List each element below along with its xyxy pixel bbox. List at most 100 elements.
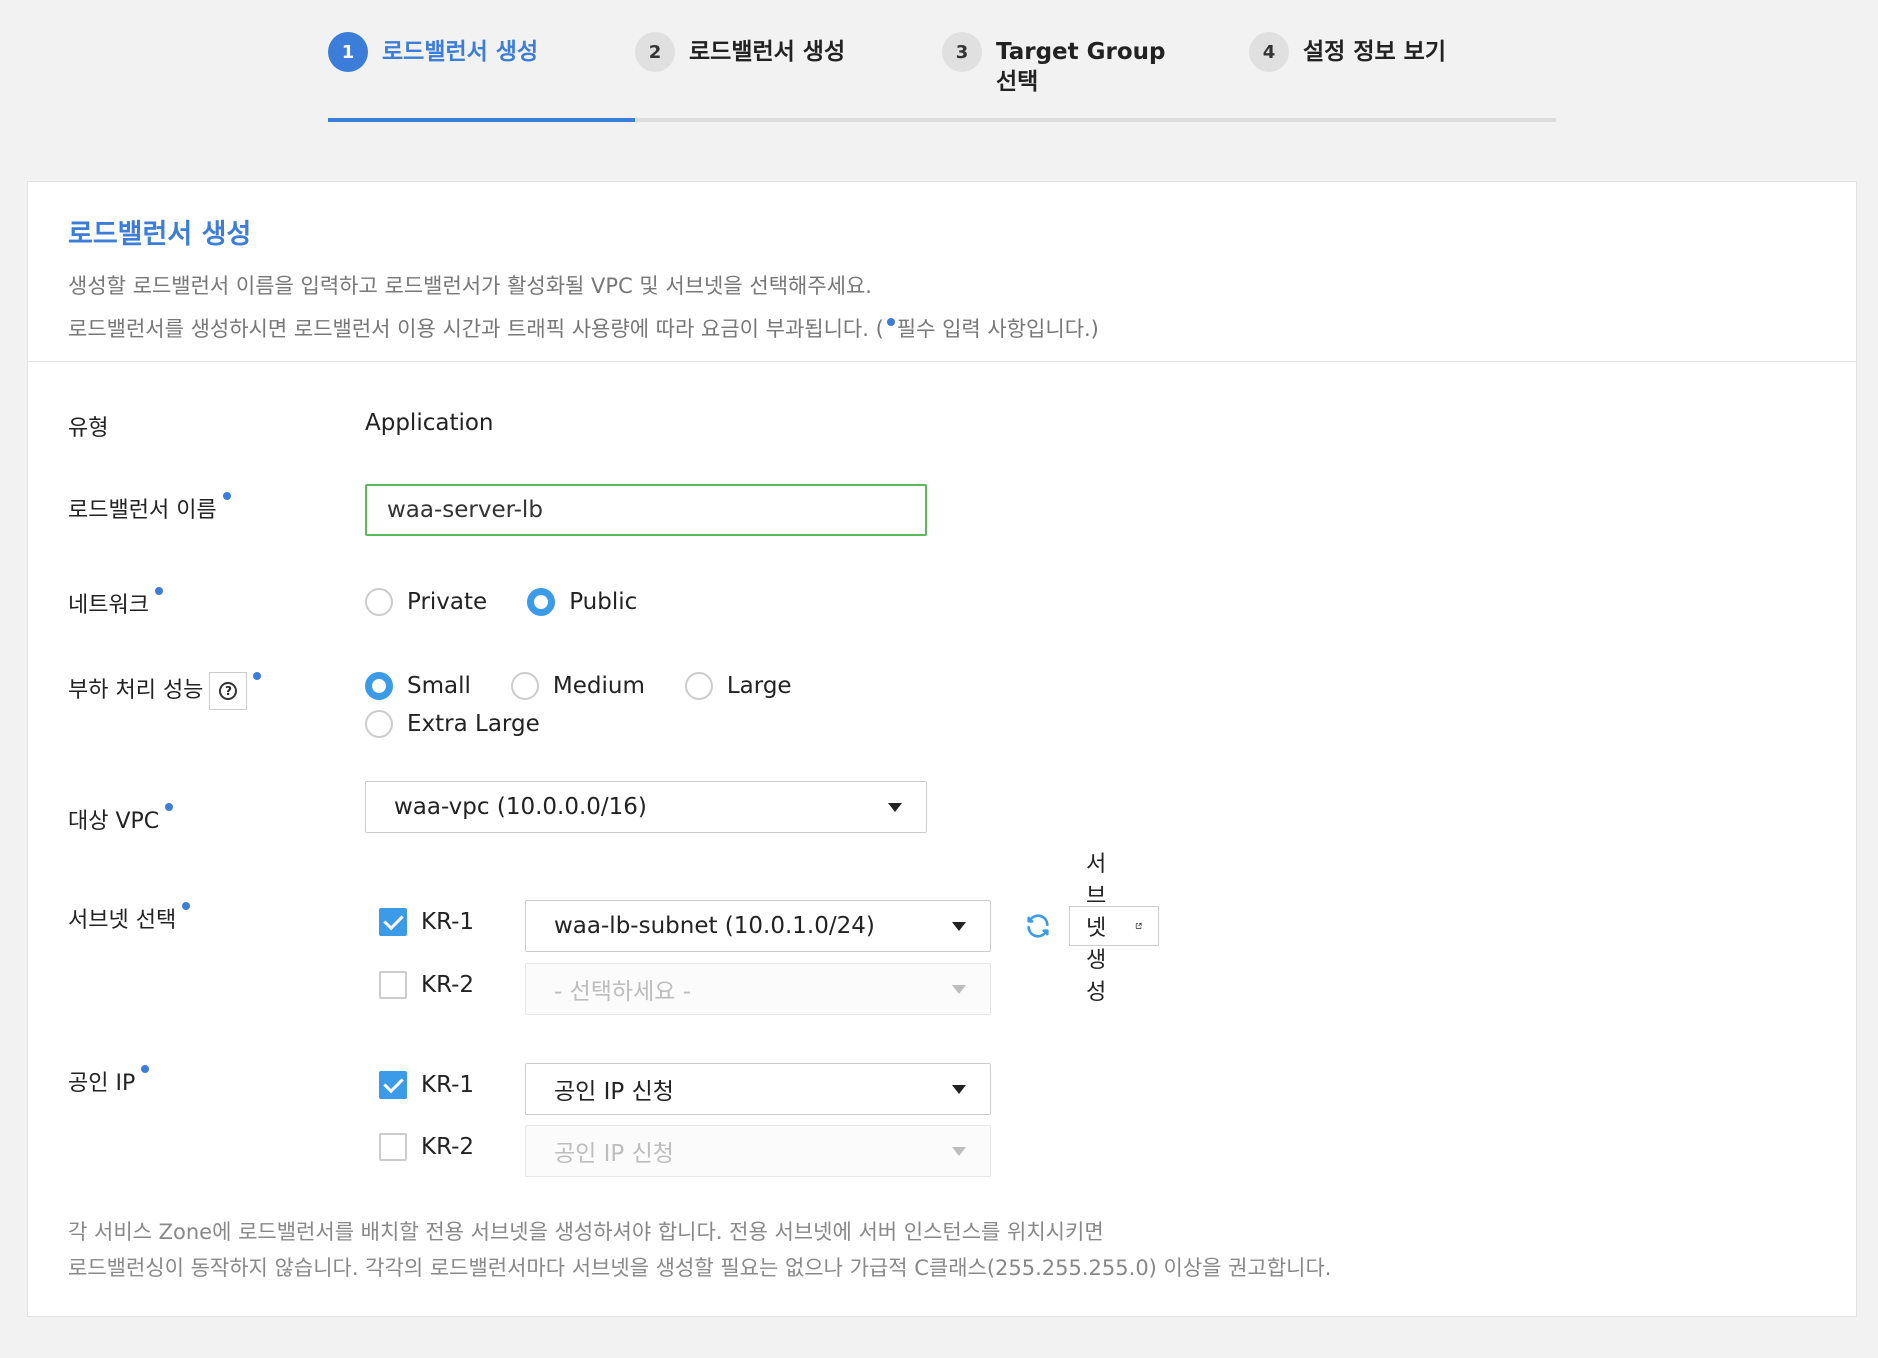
network-radio-group: Private Public (365, 583, 965, 621)
public-ip-label: 공인 IP (68, 1065, 150, 1097)
zone-label: KR-2 (421, 1134, 475, 1160)
description-line-1: 생성할 로드밸런서 이름을 입력하고 로드밸런서가 활성화될 VPC 및 서브넷… (68, 274, 872, 298)
step-number: 2 (635, 32, 675, 72)
lb-name-input[interactable]: waa-server-lb (365, 484, 927, 536)
required-dot-icon (154, 587, 163, 595)
network-option-private[interactable]: Private (365, 583, 487, 621)
required-dot-icon (141, 1065, 150, 1073)
network-label: 네트워크 (68, 587, 163, 619)
step-label: 로드밸런서 생성 (689, 39, 846, 65)
label-text: 로드밸런서 이름 (68, 498, 217, 523)
performance-radio-group: Small Medium Large Extra Large (365, 667, 885, 743)
radio-small[interactable] (365, 672, 393, 700)
subnet-label: 서브넷 선택 (68, 902, 191, 934)
public-ip-kr2-checkbox[interactable] (379, 1133, 407, 1161)
step-progress-fill (328, 118, 635, 122)
step-4[interactable]: 4 설정 정보 보기 (1249, 32, 1493, 72)
required-dot-icon (182, 902, 191, 910)
radio-label: Extra Large (407, 711, 540, 737)
type-label: 유형 (68, 416, 109, 441)
perf-option-small[interactable]: Small (365, 667, 471, 705)
subnet-kr2-select[interactable]: - 선택하세요 - (525, 963, 991, 1015)
radio-label: Large (726, 673, 792, 699)
perf-option-extra-large[interactable]: Extra Large (365, 705, 540, 743)
caret-down-icon (952, 1085, 966, 1094)
public-ip-kr2-select[interactable]: 공인 IP 신청 (525, 1125, 991, 1177)
wizard-stepper: 1 로드밸런서 생성 2 로드밸런서 생성 3 Target Group 선택 … (328, 32, 1556, 122)
subnet-select-value: waa-lb-subnet (10.0.1.0/24) (554, 913, 875, 939)
radio-extra-large[interactable] (365, 710, 393, 738)
caret-down-icon (888, 803, 902, 812)
caret-down-icon (952, 922, 966, 931)
vpc-select-value: waa-vpc (10.0.0.0/16) (394, 794, 647, 820)
perf-option-large[interactable]: Large (684, 667, 792, 705)
step-label: Target Group 선택 (996, 39, 1166, 95)
create-lb-panel: 로드밸런서 생성 생성할 로드밸런서 이름을 입력하고 로드밸런서가 활성화될 … (27, 181, 1857, 1317)
description-text: 필수 입력 사항입니다.) (896, 317, 1099, 341)
radio-label: Medium (552, 673, 645, 699)
step-1[interactable]: 1 로드밸런서 생성 (328, 32, 572, 72)
label-text: 대상 VPC (68, 809, 160, 834)
footnote: 각 서비스 Zone에 로드밸런서를 배치할 전용 서브넷을 생성하셔야 합니다… (68, 1214, 1331, 1286)
button-label: 서브넷 생성 (1086, 852, 1107, 1005)
subnet-kr1-checkbox[interactable] (379, 908, 407, 936)
perf-option-medium[interactable]: Medium (510, 667, 645, 705)
subnet-zone-kr1[interactable]: KR-1 (379, 908, 497, 936)
step-number: 4 (1249, 32, 1289, 72)
name-label: 로드밸런서 이름 (68, 492, 231, 524)
create-subnet-button[interactable]: 서브넷 생성 (1069, 852, 1160, 1005)
radio-public[interactable] (527, 588, 556, 616)
public-ip-kr1-checkbox[interactable] (379, 1071, 407, 1099)
public-ip-kr1-select[interactable]: 공인 IP 신청 (525, 1063, 991, 1115)
footnote-line-2: 로드밸런싱이 동작하지 않습니다. 각각의 로드밸런서마다 서브넷을 생성할 필… (68, 1256, 1332, 1280)
label-text: 공인 IP (68, 1071, 136, 1096)
subnet-select-placeholder: - 선택하세요 - (554, 979, 692, 1005)
subnet-kr1-select[interactable]: waa-lb-subnet (10.0.1.0/24) (525, 900, 991, 952)
zone-label: KR-2 (421, 972, 475, 998)
zone-label: KR-1 (421, 1072, 475, 1098)
label-text: 네트워크 (68, 593, 149, 618)
radio-label: Public (569, 589, 638, 615)
help-icon: ? (219, 682, 238, 700)
description-text: 로드밸런서를 생성하시면 로드밸런서 이용 시간과 트래픽 사용량에 따라 요금… (68, 317, 884, 341)
step-number: 1 (328, 32, 368, 72)
radio-label: Private (407, 589, 488, 615)
vpc-row: 대상 VPC waa-vpc (10.0.0.0/16) (68, 781, 927, 855)
public-ip-zone-kr1[interactable]: KR-1 (379, 1071, 497, 1099)
vpc-select[interactable]: waa-vpc (10.0.0.0/16) (365, 781, 927, 833)
public-ip-select-placeholder: 공인 IP 신청 (554, 1141, 674, 1167)
external-link-icon (1135, 922, 1142, 929)
footnote-line-1: 각 서비스 Zone에 로드밸런서를 배치할 전용 서브넷을 생성하셔야 합니다… (68, 1220, 1104, 1244)
step-3[interactable]: 3 Target Group 선택 (942, 32, 1176, 97)
label-text: 서브넷 선택 (68, 908, 177, 933)
public-ip-zone-kr2[interactable]: KR-2 (379, 1133, 497, 1161)
step-2[interactable]: 2 로드밸런서 생성 (635, 32, 879, 72)
subnet-zone-kr2[interactable]: KR-2 (379, 971, 497, 999)
required-dot-icon (253, 672, 262, 680)
radio-medium[interactable] (510, 672, 539, 700)
caret-down-icon (952, 1147, 966, 1156)
required-dot-icon (165, 803, 174, 811)
public-ip-select-value: 공인 IP 신청 (554, 1079, 674, 1105)
caret-down-icon (952, 985, 966, 994)
subnet-kr2-checkbox[interactable] (379, 971, 407, 999)
radio-label: Small (407, 673, 471, 699)
type-value: Application (365, 410, 494, 436)
required-dot-icon (222, 492, 231, 500)
description-line-2: 로드밸런서를 생성하시면 로드밸런서 이용 시간과 트래픽 사용량에 따라 요금… (68, 308, 1816, 351)
vpc-label: 대상 VPC (68, 803, 174, 835)
panel-description: 생성할 로드밸런서 이름을 입력하고 로드밸런서가 활성화될 VPC 및 서브넷… (68, 265, 1816, 351)
step-label: 로드밸런서 생성 (382, 39, 539, 65)
label-text: 부하 처리 성능 (68, 678, 204, 703)
step-progress-track (328, 118, 1556, 122)
help-button[interactable]: ? (209, 672, 248, 710)
step-label: 설정 정보 보기 (1303, 39, 1446, 65)
radio-private[interactable] (365, 588, 393, 616)
refresh-icon[interactable] (1024, 912, 1052, 940)
step-number: 3 (942, 32, 982, 72)
panel-header: 로드밸런서 생성 생성할 로드밸런서 이름을 입력하고 로드밸런서가 활성화될 … (28, 182, 1856, 362)
zone-label: KR-1 (421, 909, 475, 935)
required-dot-icon (886, 318, 895, 326)
network-option-public[interactable]: Public (527, 583, 637, 621)
radio-large[interactable] (684, 672, 713, 700)
